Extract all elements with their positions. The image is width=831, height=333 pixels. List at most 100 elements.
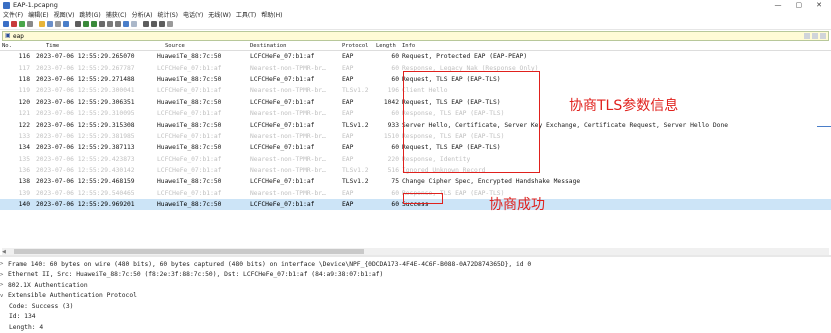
packet-destination: Nearest-non-TPMR-br… [250,189,326,197]
detail-text: Extensible Authentication Protocol [8,292,137,300]
menu-wireless[interactable]: 无线(W) [208,10,231,19]
capture-options-icon[interactable] [27,21,33,27]
close-file-icon[interactable] [55,21,61,27]
packet-protocol: EAP [342,201,354,209]
packet-destination: Nearest-non-TPMR-br… [250,110,326,118]
display-filter-bar[interactable]: ▣ eap [2,31,829,41]
menu-capture[interactable]: 捕获(C) [106,10,127,19]
column-header-length[interactable]: Length [376,43,402,49]
expand-arrow-icon[interactable]: > [0,282,8,288]
menu-go[interactable]: 跳转(G) [79,10,100,19]
packet-protocol: EAP [342,132,354,140]
packet-destination: Nearest-non-TPMR-br… [250,155,326,163]
expand-arrow-icon[interactable]: > [0,272,8,278]
close-button[interactable]: ✕ [816,1,822,9]
menu-telephony[interactable]: 电话(Y) [183,10,203,19]
packet-time: 2023-07-06 12:55:29.387113 [36,144,135,152]
start-capture-icon[interactable] [3,21,9,27]
packet-destination: LCFCHeFe_07:b1:af [250,178,315,186]
packet-source: LCFCHeFe_07:b1:af [157,155,222,163]
column-header-no[interactable]: No. [0,43,36,49]
packet-source: HuaweiTe_88:7c:50 [157,121,222,129]
packet-protocol: EAP [342,98,354,106]
autoscroll-icon[interactable] [123,21,129,27]
packet-protocol: EAP [342,144,354,152]
packet-details-pane[interactable]: > Frame 140: 60 bytes on wire (480 bits),… [0,255,831,333]
packet-time: 2023-07-06 12:55:29.267787 [36,64,135,72]
packet-time: 2023-07-06 12:55:29.381985 [36,132,135,140]
detail-row-eap[interactable]: v Extensible Authentication Protocol [0,291,831,302]
save-file-icon[interactable] [47,21,53,27]
detail-text: Ethernet II, Src: HuaweiTe_88:7c:50 (f8:… [8,271,384,279]
menu-analyze[interactable]: 分析(A) [132,10,153,19]
packet-source: HuaweiTe_88:7c:50 [157,75,222,83]
menu-file[interactable]: 文件(F) [3,10,23,19]
packet-destination: LCFCHeFe_07:b1:af [250,201,315,209]
stop-capture-icon[interactable] [11,21,17,27]
menu-edit[interactable]: 编辑(E) [28,10,48,19]
title-bar: EAP-1.pcapng — ▢ ✕ [0,0,831,10]
success-highlight [403,193,443,204]
detail-row-eap-code[interactable]: Code: Success (3) [0,301,831,312]
scrollbar-thumb[interactable] [13,249,364,254]
find-packet-icon[interactable] [75,21,81,27]
go-first-icon[interactable] [107,21,113,27]
zoom-reset-icon[interactable] [159,21,165,27]
column-header-destination[interactable]: Destination [250,43,342,49]
packet-source: LCFCHeFe_07:b1:af [157,189,222,197]
filter-history-icon[interactable] [812,33,818,39]
packet-no: 117 [18,64,30,72]
packet-list-header: No. Time Source Destination Protocol Len… [0,41,831,51]
packet-info: Response, TLS EAP (EAP-TLS) [402,189,505,197]
collapse-arrow-icon[interactable]: v [0,293,8,299]
go-back-icon[interactable] [83,21,89,27]
minimize-button[interactable]: — [775,1,782,9]
packet-protocol: EAP [342,64,354,72]
detail-row-8021x[interactable]: >802.1X Authentication [0,280,831,291]
bookmark-icon[interactable]: ▣ [5,33,11,39]
packet-destination: Nearest-non-TPMR-br… [250,132,326,140]
go-to-packet-icon[interactable] [99,21,105,27]
maximize-button[interactable]: ▢ [796,1,803,9]
menu-statistics[interactable]: 统计(S) [157,10,178,19]
wireshark-icon [3,1,10,9]
detail-row-ethernet[interactable]: > Ethernet II, Src: HuaweiTe_88:7c:50 (f8… [0,270,831,281]
packet-destination: LCFCHeFe_07:b1:af [250,121,315,129]
clear-filter-icon[interactable] [804,33,810,39]
menu-help[interactable]: 帮助(H) [261,10,282,19]
detail-text: Length: 4 [9,323,44,331]
display-filter-input[interactable]: eap [13,33,24,40]
packet-row[interactable]: 138 2023-07-06 12:55:29.468159 HuaweiTe_88… [0,176,831,187]
go-last-icon[interactable] [115,21,121,27]
column-header-info[interactable]: Info [402,43,831,49]
open-file-icon[interactable] [39,21,45,27]
menu-view[interactable]: 视图(V) [54,10,75,19]
restart-capture-icon[interactable] [19,21,25,27]
column-header-protocol[interactable]: Protocol [342,43,376,49]
resize-columns-icon[interactable] [167,21,173,27]
scroll-left-icon[interactable]: ◀ [2,249,6,255]
packet-no: 122 [18,121,30,129]
column-header-source[interactable]: Source [157,43,250,49]
reload-icon[interactable] [63,21,69,27]
detail-row-eap-length[interactable]: Length: 4 [0,322,831,333]
packet-row[interactable]: 116 2023-07-06 12:55:29.265070 HuaweiTe_88… [0,51,831,62]
packet-destination: LCFCHeFe_07:b1:af [250,144,315,152]
detail-row-eap-id[interactable]: Id: 134 [0,312,831,323]
packet-source: LCFCHeFe_07:b1:af [157,64,222,72]
go-forward-icon[interactable] [91,21,97,27]
tls-annotation-label: 协商TLS参数信息 [569,98,679,114]
menu-tools[interactable]: 工具(T) [236,10,256,19]
colorize-icon[interactable] [131,21,137,27]
zoom-in-icon[interactable] [143,21,149,27]
detail-row-frame[interactable]: > Frame 140: 60 bytes on wire (480 bits),… [0,259,831,270]
column-header-time[interactable]: Time [36,43,157,49]
packet-no: 135 [18,155,30,163]
packet-source: HuaweiTe_88:7c:50 [157,201,222,209]
packet-list-scrollbar[interactable]: ◀ [2,248,829,255]
expand-arrow-icon[interactable]: > [0,261,8,267]
apply-filter-icon[interactable] [820,33,826,39]
packet-protocol: EAP [342,110,354,118]
zoom-out-icon[interactable] [151,21,157,27]
packet-length: 220 [387,155,399,163]
